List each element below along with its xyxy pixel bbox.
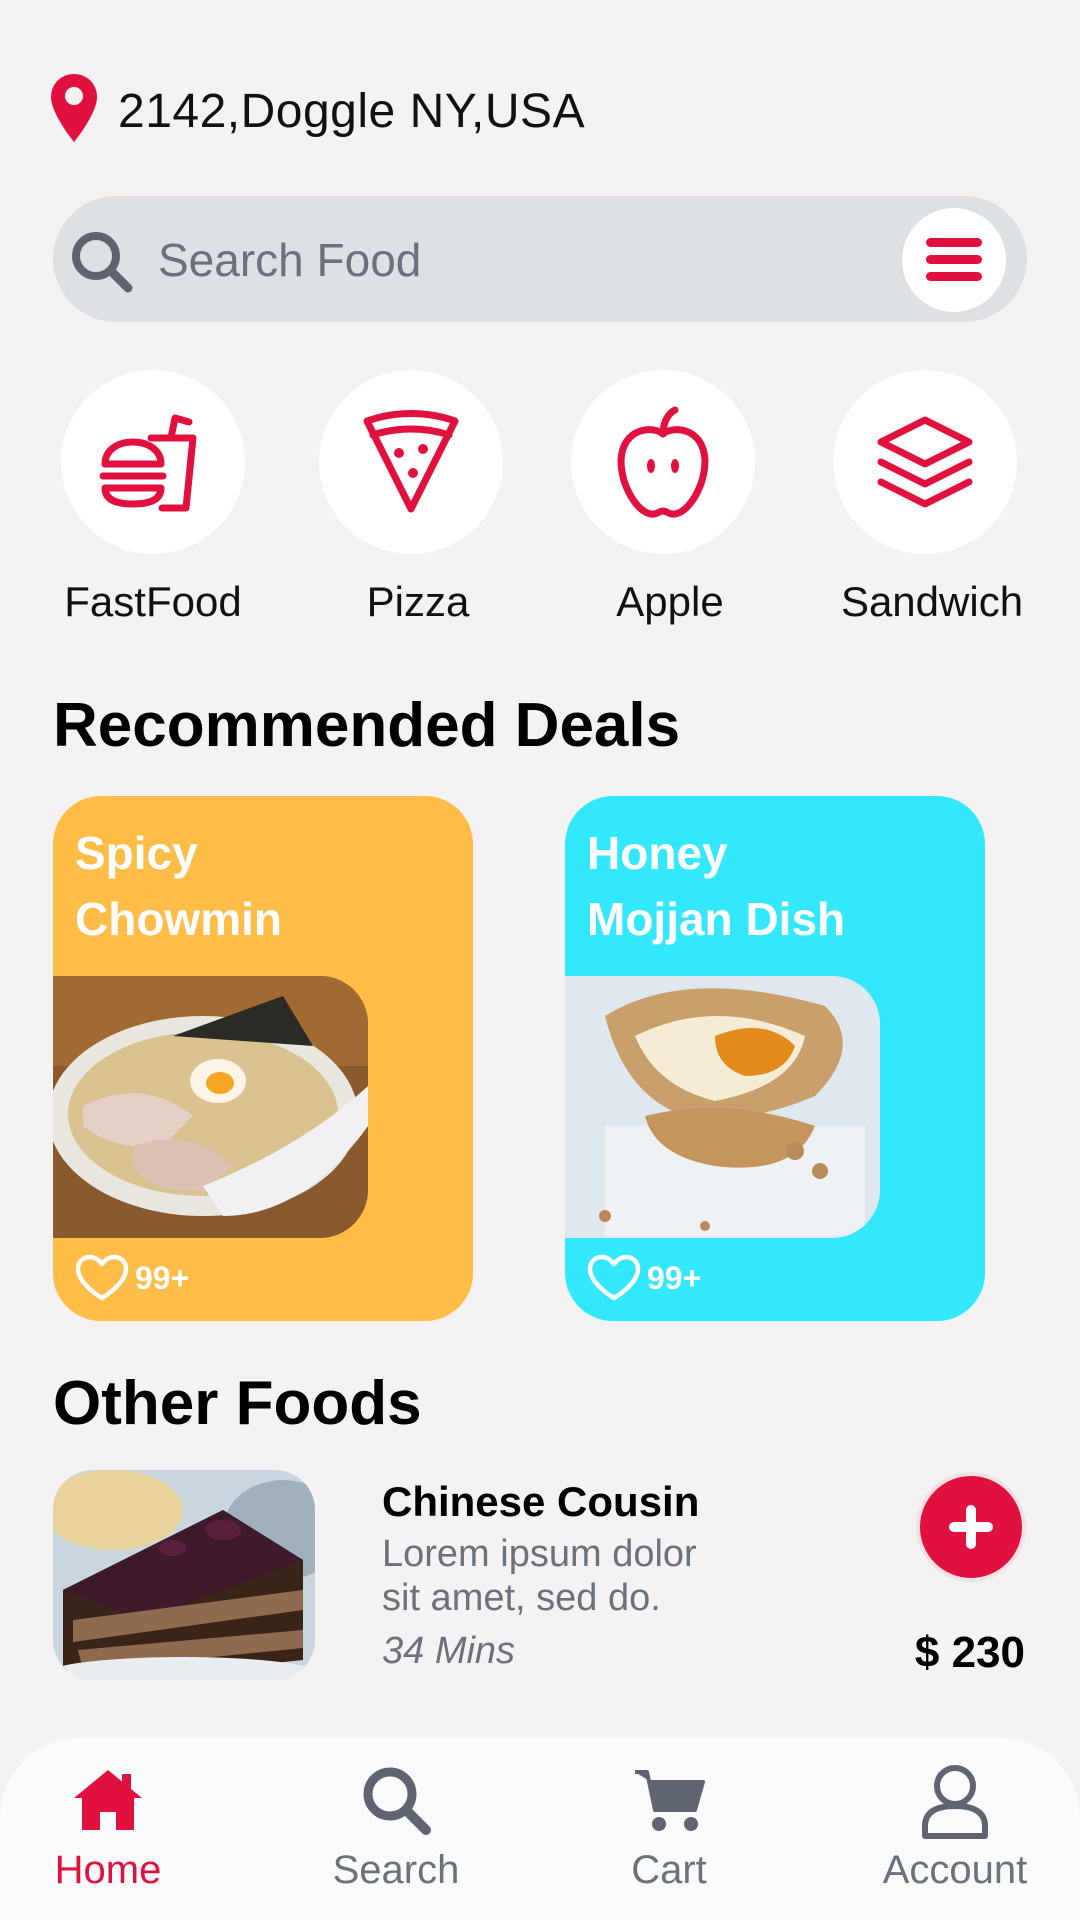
search-icon xyxy=(363,1767,431,1835)
food-time: 34 Mins xyxy=(382,1630,516,1672)
recommended-deals-heading: Recommended Deals xyxy=(53,691,681,760)
add-to-cart-button[interactable] xyxy=(916,1472,1026,1582)
deal-title: Honey Mojjan Dish xyxy=(587,827,846,945)
nav-label-account: Account xyxy=(882,1848,1028,1892)
category-label-fastfood: FastFood xyxy=(64,578,242,625)
deal-like[interactable]: 99+ xyxy=(75,1254,189,1302)
account-icon xyxy=(922,1765,988,1839)
nav-label-search: Search xyxy=(332,1848,460,1892)
food-price: $ 230 xyxy=(914,1628,1025,1677)
food-description: Lorem ipsum dolor sit amet, sed do. xyxy=(382,1533,697,1619)
menu-icon xyxy=(926,238,982,281)
deal-like[interactable]: 99+ xyxy=(587,1254,701,1302)
location-address[interactable]: 2142,Doggle NY,USA xyxy=(118,84,585,139)
other-foods-heading: Other Foods xyxy=(53,1369,422,1438)
search-icon xyxy=(72,232,133,293)
nav-account[interactable]: Account xyxy=(855,1760,1055,1893)
deal-image-chowmin xyxy=(53,976,368,1238)
category-label-apple: Apple xyxy=(616,578,724,625)
category-fastfood-button[interactable] xyxy=(61,370,245,554)
heart-icon xyxy=(75,1254,129,1301)
plus-icon xyxy=(949,1505,993,1549)
deal-card-spicy-chowmin[interactable]: Spicy Chowmin 99+ xyxy=(53,796,473,1321)
category-apple-button[interactable] xyxy=(571,370,755,554)
nav-cart[interactable]: Cart xyxy=(569,1760,769,1893)
fastfood-icon xyxy=(99,414,197,512)
category-label-sandwich: Sandwich xyxy=(840,578,1024,625)
nav-label-home: Home xyxy=(54,1848,162,1892)
search-input[interactable] xyxy=(158,228,858,292)
heart-icon xyxy=(587,1254,641,1301)
category-label-pizza: Pizza xyxy=(366,578,470,625)
nav-search[interactable]: Search xyxy=(296,1760,496,1893)
nav-label-cart: Cart xyxy=(631,1848,707,1892)
deal-like-count: 99+ xyxy=(647,1259,702,1296)
home-icon xyxy=(74,1770,142,1830)
cart-icon xyxy=(635,1770,705,1831)
food-image-chinese-cousin[interactable] xyxy=(53,1470,315,1680)
food-name: Chinese Cousin xyxy=(382,1478,700,1525)
deal-like-count: 99+ xyxy=(135,1259,190,1296)
deal-title: Spicy Chowmin xyxy=(75,827,282,945)
apple-icon xyxy=(617,406,709,518)
category-sandwich-button[interactable] xyxy=(833,370,1017,554)
deal-card-honey-mojjan-dish[interactable]: Honey Mojjan Dish 99+ xyxy=(565,796,985,1321)
category-pizza-button[interactable] xyxy=(319,370,503,554)
sandwich-icon xyxy=(877,416,973,508)
deal-image-honey-dish xyxy=(565,976,880,1238)
nav-home[interactable]: Home xyxy=(8,1760,208,1893)
pizza-icon xyxy=(363,410,459,513)
filter-button[interactable] xyxy=(902,208,1006,312)
location-pin-icon xyxy=(51,74,97,142)
